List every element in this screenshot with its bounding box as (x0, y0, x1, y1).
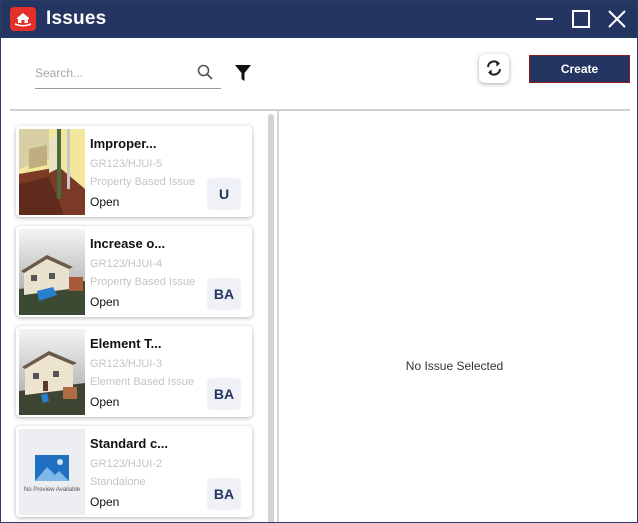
assignee-badge: U (208, 179, 240, 209)
assignee-badge: BA (208, 279, 240, 309)
close-button[interactable] (604, 7, 630, 31)
issue-thumbnail (19, 129, 85, 215)
issue-reference: GR123/HJUI-3 (90, 358, 163, 370)
create-button[interactable]: Create (529, 55, 630, 83)
search-box (35, 57, 221, 89)
issue-status: Open (90, 395, 120, 409)
assignee-badge: BA (208, 379, 240, 409)
title-bar: Issues (1, 1, 637, 38)
refresh-button[interactable] (479, 54, 509, 83)
filter-icon[interactable] (234, 64, 252, 87)
issue-reference: GR123/HJUI-5 (90, 158, 163, 170)
issue-type: Property Based Issue (90, 176, 196, 188)
issue-reference: GR123/HJUI-4 (90, 258, 163, 270)
minimize-button[interactable] (532, 7, 558, 31)
issue-card[interactable]: No Preview Available Standard c... GR123… (16, 426, 252, 517)
issue-card[interactable]: Element T... GR123/HJUI-3 Element Based … (16, 326, 252, 417)
list-scrollbar[interactable] (268, 114, 274, 522)
issue-title: Element T... (90, 336, 162, 351)
issue-status: Open (90, 295, 120, 309)
issue-card[interactable]: Increase o... GR123/HJUI-4 Property Base… (16, 226, 252, 317)
issues-window: Issues Create (0, 0, 638, 523)
issue-type: Property Based Issue (90, 276, 196, 288)
search-icon[interactable] (197, 64, 213, 85)
issue-thumbnail (19, 229, 85, 315)
issue-type: Element Based Issue (90, 376, 194, 388)
issue-title: Increase o... (90, 236, 166, 251)
issue-type: Standalone (90, 476, 146, 488)
issue-title: Standard c... (90, 436, 169, 451)
issue-thumbnail (19, 329, 85, 415)
window-title: Issues (46, 8, 107, 29)
no-preview-text: No Preview Available (23, 487, 81, 493)
app-logo-icon (10, 7, 36, 31)
issue-list: Improper... GR123/HJUI-5 Property Based … (10, 111, 278, 522)
issue-status: Open (90, 195, 120, 209)
search-input[interactable] (35, 63, 185, 83)
assignee-badge: BA (208, 479, 240, 509)
refresh-icon (487, 60, 501, 76)
issue-status: Open (90, 495, 120, 509)
issue-thumbnail: No Preview Available (19, 429, 85, 515)
maximize-button[interactable] (568, 7, 594, 31)
issue-reference: GR123/HJUI-2 (90, 458, 163, 470)
detail-empty-message: No Issue Selected (405, 359, 504, 373)
panel-divider (277, 111, 279, 522)
issue-title: Improper... (90, 136, 157, 151)
issue-card[interactable]: Improper... GR123/HJUI-5 Property Based … (16, 126, 252, 217)
image-placeholder-icon (35, 455, 69, 481)
